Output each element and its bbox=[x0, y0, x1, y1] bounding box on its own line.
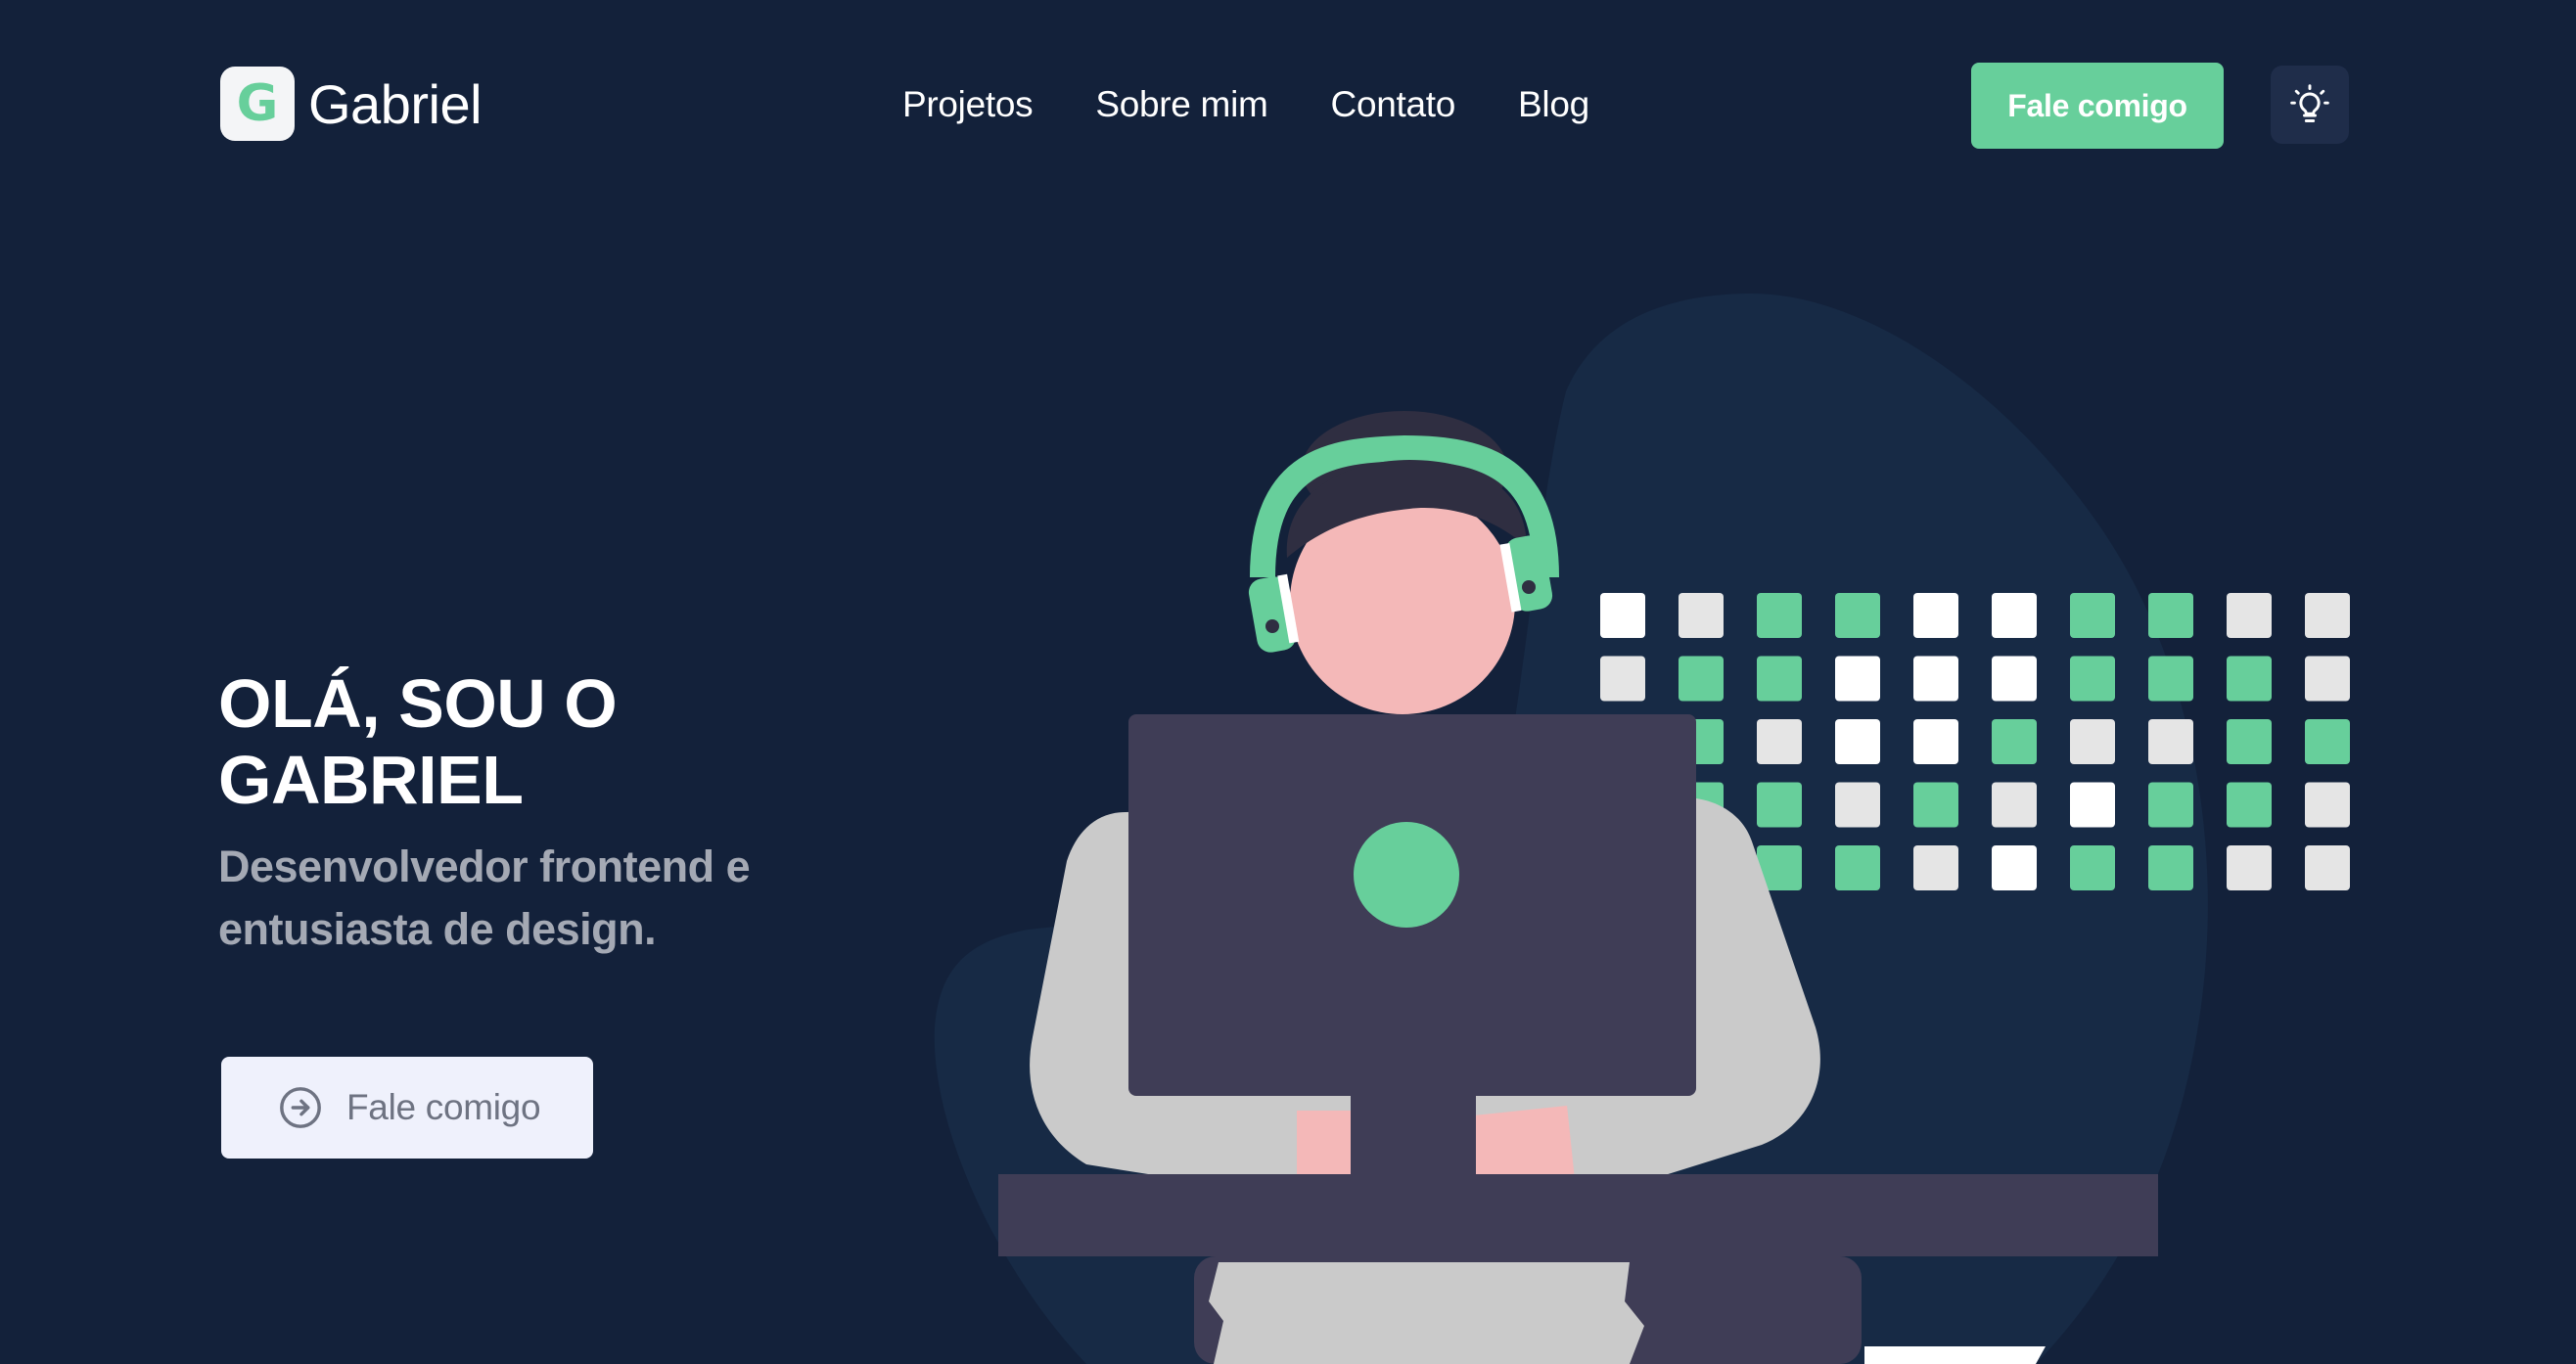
grid-square bbox=[1835, 656, 1880, 702]
hero-title-line2: GABRIEL bbox=[218, 742, 524, 818]
hero-cta-label: Fale comigo bbox=[346, 1087, 541, 1127]
grid-square bbox=[1992, 656, 2037, 702]
nav-link-projetos[interactable]: Projetos bbox=[902, 84, 1034, 125]
shirt bbox=[1030, 797, 1820, 1194]
grid-square bbox=[2305, 656, 2350, 702]
grid-square bbox=[1757, 656, 1802, 702]
grid-square bbox=[2227, 845, 2272, 890]
main-nav: Projetos Sobre mim Contato Blog bbox=[902, 84, 1589, 125]
grid-square bbox=[1679, 782, 1724, 828]
grid-square bbox=[2148, 845, 2193, 890]
hero-contact-button[interactable]: Fale comigo bbox=[221, 1057, 593, 1159]
grid-square bbox=[1913, 782, 1958, 828]
grid-square bbox=[2227, 719, 2272, 764]
grid-square bbox=[1679, 656, 1724, 702]
logo-mark: G bbox=[220, 67, 295, 141]
grid-square bbox=[1992, 593, 2037, 638]
grid-square bbox=[1835, 593, 1880, 638]
monitor bbox=[1128, 714, 1696, 1096]
grid-square bbox=[1757, 782, 1802, 828]
grid-square bbox=[1600, 593, 1645, 638]
grid-square bbox=[2070, 719, 2115, 764]
grid-square bbox=[2070, 656, 2115, 702]
grid-square bbox=[1757, 845, 1802, 890]
grid-square bbox=[2305, 719, 2350, 764]
grid-square bbox=[2070, 845, 2115, 890]
grid-square bbox=[2305, 593, 2350, 638]
grid-square bbox=[1757, 719, 1802, 764]
lightbulb-icon bbox=[2290, 84, 2329, 122]
grid-square bbox=[2148, 719, 2193, 764]
desk bbox=[998, 1174, 2158, 1256]
grid-square bbox=[2227, 656, 2272, 702]
squares-grid bbox=[1600, 593, 2350, 890]
grid-square bbox=[1757, 593, 1802, 638]
grid-square bbox=[1913, 845, 1958, 890]
grid-square bbox=[2305, 845, 2350, 890]
theme-toggle-button[interactable] bbox=[2271, 66, 2349, 144]
head bbox=[1290, 489, 1515, 714]
nav-link-sobre-mim[interactable]: Sobre mim bbox=[1095, 84, 1267, 125]
hero-title-line1: OLÁ, SOU O bbox=[218, 665, 618, 742]
grid-square bbox=[1992, 719, 2037, 764]
logo[interactable]: G Gabriel bbox=[220, 67, 483, 141]
header-contact-button[interactable]: Fale comigo bbox=[1971, 63, 2224, 149]
hero-subtitle: Desenvolvedor frontend e entusiasta de d… bbox=[218, 836, 845, 961]
grid-square bbox=[1600, 656, 1645, 702]
hero-subtitle-line2: entusiasta de design. bbox=[218, 904, 657, 954]
monitor-logo bbox=[1354, 822, 1459, 928]
grid-square bbox=[1913, 719, 1958, 764]
grid-square bbox=[2227, 782, 2272, 828]
grid-square bbox=[2148, 782, 2193, 828]
grid-square bbox=[1600, 719, 1645, 764]
grid-square bbox=[1600, 845, 1645, 890]
grid-square bbox=[1992, 782, 2037, 828]
grid-square bbox=[2148, 656, 2193, 702]
nav-link-contato[interactable]: Contato bbox=[1331, 84, 1456, 125]
grid-square bbox=[1992, 845, 2037, 890]
grid-square bbox=[1913, 656, 1958, 702]
grid-square bbox=[2305, 782, 2350, 828]
logo-text: Gabriel bbox=[308, 72, 483, 135]
grid-square bbox=[1835, 782, 1880, 828]
hero-title: OLÁ, SOU O GABRIEL bbox=[218, 665, 805, 818]
arrow-circle-right-icon bbox=[280, 1087, 321, 1128]
hero-subtitle-line1: Desenvolvedor frontend e bbox=[218, 841, 751, 891]
grid-square bbox=[1835, 845, 1880, 890]
grid-square bbox=[1600, 782, 1645, 828]
grid-square bbox=[2070, 782, 2115, 828]
grid-square bbox=[2227, 593, 2272, 638]
grid-square bbox=[1835, 719, 1880, 764]
grid-square bbox=[1679, 845, 1724, 890]
grid-square bbox=[1679, 719, 1724, 764]
grid-square bbox=[2148, 593, 2193, 638]
grid-square bbox=[1913, 593, 1958, 638]
grid-square bbox=[1679, 593, 1724, 638]
background-blob bbox=[934, 294, 2208, 1364]
grid-square bbox=[2070, 593, 2115, 638]
nav-link-blog[interactable]: Blog bbox=[1518, 84, 1589, 125]
